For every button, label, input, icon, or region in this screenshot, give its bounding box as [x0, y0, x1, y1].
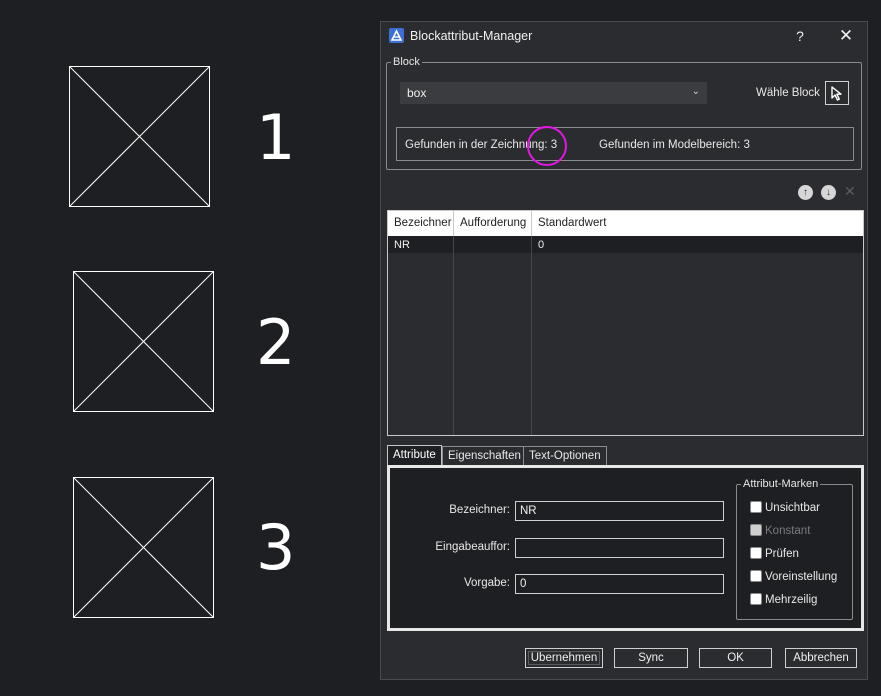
table-row[interactable]: NR 0	[388, 236, 863, 253]
tab-properties[interactable]: Eigenschaften	[442, 446, 527, 465]
tab-text-options[interactable]: Text-Optionen	[523, 446, 607, 465]
cursor-arrow-icon	[831, 86, 842, 101]
row-default-cell: 0	[538, 239, 545, 251]
ok-button-label: OK	[727, 652, 744, 664]
app-icon	[389, 28, 404, 43]
checkbox-box	[750, 593, 762, 605]
verify-checkbox[interactable]: Prüfen	[750, 547, 799, 560]
title-bar[interactable]: Blockattribut-Manager ? ✕	[381, 22, 867, 50]
attribute-text-1[interactable]: 1	[256, 107, 295, 169]
attribute-table[interactable]: Bezeichner Aufforderung Standardwert NR …	[387, 210, 864, 436]
cancel-button[interactable]: Abbrechen	[785, 648, 857, 668]
apply-button[interactable]: Übernehmen	[525, 648, 603, 668]
column-divider	[453, 236, 454, 435]
default-label: Vorgabe:	[463, 577, 510, 589]
tab-attribute[interactable]: Attribute	[387, 445, 442, 466]
block-group-legend: Block	[393, 56, 420, 68]
help-button[interactable]: ?	[778, 22, 822, 50]
checkbox-box	[750, 570, 762, 582]
delete-icon: ✕	[844, 183, 856, 199]
attribute-text-2[interactable]: 2	[256, 312, 295, 374]
cancel-button-label: Abbrechen	[793, 652, 849, 664]
ok-button[interactable]: OK	[699, 648, 772, 668]
preset-checkbox[interactable]: Voreinstellung	[750, 570, 837, 583]
pick-block-label: Wähle Block	[756, 87, 820, 99]
constant-label: Konstant	[765, 525, 811, 537]
multiline-checkbox[interactable]: Mehrzeilig	[750, 593, 817, 606]
attribute-tab-panel: Bezeichner: Eingabeauffor: Vorgabe: Attr…	[387, 465, 864, 631]
attribute-text-3[interactable]: 3	[256, 517, 295, 579]
row-tag-cell: NR	[394, 239, 410, 251]
preset-label: Voreinstellung	[765, 571, 838, 583]
checkbox-box	[750, 524, 762, 536]
pick-block-button[interactable]	[825, 81, 849, 105]
multiline-label: Mehrzeilig	[765, 594, 818, 606]
prompt-label: Eingabeauffor:	[435, 541, 510, 553]
tag-label: Bezeichner:	[449, 504, 510, 516]
block-reference-box-2[interactable]	[73, 271, 214, 412]
default-input[interactable]	[515, 574, 724, 594]
block-reference-box-3[interactable]	[73, 477, 214, 618]
sync-button[interactable]: Sync	[614, 648, 688, 668]
found-in-model-text: Gefunden im Modelbereich: 3	[599, 139, 750, 151]
checkbox-box	[750, 501, 762, 513]
block-reference-box-1[interactable]	[69, 66, 210, 207]
close-button[interactable]: ✕	[824, 22, 868, 50]
move-down-icon[interactable]: ↓	[821, 185, 836, 200]
chevron-down-icon: ⌄	[691, 86, 700, 97]
checkbox-box	[750, 547, 762, 559]
prompt-input[interactable]	[515, 538, 724, 558]
column-header-prompt[interactable]: Aufforderung	[454, 211, 532, 236]
button-focus-ring	[528, 651, 600, 665]
invisible-label: Unsichtbar	[765, 502, 820, 514]
block-select[interactable]: box ⌄	[400, 82, 707, 104]
dialog-title: Blockattribut-Manager	[410, 29, 533, 43]
column-header-tag[interactable]: Bezeichner	[388, 211, 454, 236]
highlight-circle	[527, 126, 567, 166]
sync-button-label: Sync	[638, 652, 664, 664]
attribute-flags-legend: Attribut-Marken	[743, 478, 819, 490]
tag-input[interactable]	[515, 501, 724, 521]
column-header-default[interactable]: Standardwert	[532, 211, 863, 236]
block-attribute-manager-dialog: Blockattribut-Manager ? ✕ Block box ⌄ Wä…	[380, 21, 868, 680]
found-info-box: Gefunden in der Zeichnung: 3 Gefunden im…	[396, 127, 854, 161]
invisible-checkbox[interactable]: Unsichtbar	[750, 501, 820, 514]
verify-label: Prüfen	[765, 548, 799, 560]
move-up-icon[interactable]: ↑	[798, 185, 813, 200]
block-select-value: box	[407, 86, 427, 100]
column-divider	[531, 236, 532, 435]
constant-checkbox: Konstant	[750, 524, 810, 537]
